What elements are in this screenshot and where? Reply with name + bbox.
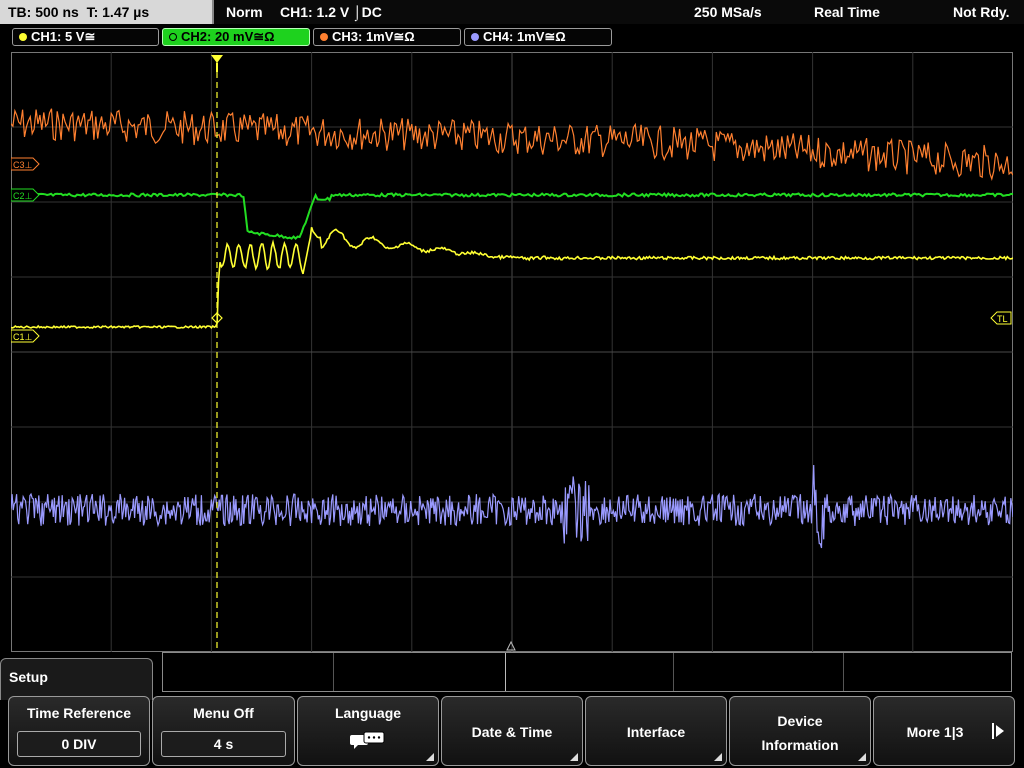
more-menu-label: More 1|3 (906, 724, 964, 740)
submenu-indicator-icon (426, 753, 434, 761)
time-reference-value[interactable]: 0 DIV (17, 731, 141, 757)
ch1-color-dot (19, 33, 27, 41)
graticule-grid (11, 52, 1013, 652)
ch3-label: CH3: 1mV≅Ω (332, 29, 415, 44)
menu-title: Setup (9, 669, 48, 685)
status-bar: Norm CH1: 1.2 V ⌡DC 250 MSa/s Real Time … (214, 0, 1024, 24)
ch2-label: CH2: 20 mV≅Ω (181, 29, 275, 44)
next-page-bar-icon (992, 723, 994, 739)
timebase-value: TB: 500 ns (8, 4, 79, 20)
speech-bubble-icon (350, 731, 385, 749)
ch2-marker-label: C2⊥ (13, 191, 33, 201)
time-reference-button[interactable]: Time Reference 0 DIV (8, 696, 150, 766)
date-time-button[interactable]: Date & Time (441, 696, 583, 766)
acquisition-state: Not Rdy. (953, 4, 1010, 20)
ch1-marker-label: C1⊥ (13, 332, 33, 342)
horizontal-center-marker-icon (506, 640, 516, 651)
menu-title-tab[interactable]: Setup (0, 658, 153, 700)
ch3-marker-label: C3⊥ (13, 160, 33, 170)
ch3-ground-marker[interactable]: C3⊥ (11, 157, 40, 171)
submenu-indicator-icon (714, 753, 722, 761)
ch2-color-ring (169, 33, 177, 41)
waveform-display[interactable]: C3⊥ C2⊥ C1⊥ TL (11, 52, 1013, 652)
ch4-color-dot (471, 33, 479, 41)
next-page-arrow-icon (996, 725, 1004, 737)
timeline-tick (505, 653, 506, 691)
menu-off-label: Menu Off (193, 705, 254, 721)
menu-off-button[interactable]: Menu Off 4 s (152, 696, 295, 766)
trigger-level-marker[interactable]: TL (990, 311, 1012, 325)
sample-rate: 250 MSa/s (694, 4, 762, 20)
trigger-level-label: TL (997, 314, 1008, 324)
timebase-display[interactable]: TB: 500 ns T: 1.47 µs (0, 0, 214, 24)
interface-button[interactable]: Interface (585, 696, 727, 766)
language-label: Language (334, 705, 402, 721)
menu-off-value[interactable]: 4 s (161, 731, 286, 757)
trigger-position-marker[interactable] (211, 55, 223, 72)
device-information-label-1: Device (777, 713, 823, 729)
submenu-indicator-icon (858, 753, 866, 761)
device-information-button[interactable]: Device Information (729, 696, 871, 766)
timeline-overview[interactable] (162, 652, 1012, 692)
tab-ch4[interactable]: CH4: 1mV≅Ω (464, 28, 612, 46)
timeline-tick (843, 653, 844, 691)
tab-ch1[interactable]: CH1: 5 V≅ (12, 28, 159, 46)
acquisition-mode[interactable]: Norm (226, 0, 263, 24)
more-menu-button[interactable]: More 1|3 (873, 696, 1015, 766)
date-time-label: Date & Time (471, 724, 553, 740)
acquisition-type: Real Time (814, 4, 880, 20)
tab-ch3[interactable]: CH3: 1mV≅Ω (313, 28, 461, 46)
time-reference-label: Time Reference (26, 705, 131, 721)
submenu-indicator-icon (570, 753, 578, 761)
tab-ch2[interactable]: CH2: 20 mV≅Ω (162, 28, 310, 46)
ch3-color-dot (320, 33, 328, 41)
language-button[interactable]: Language (297, 696, 439, 766)
timeline-tick (673, 653, 674, 691)
timeline-tick (333, 653, 334, 691)
ch1-label: CH1: 5 V≅ (31, 29, 96, 44)
device-information-label-2: Information (761, 737, 839, 753)
ch2-ground-marker[interactable]: C2⊥ (11, 188, 40, 202)
trigger-settings[interactable]: CH1: 1.2 V ⌡DC (280, 0, 382, 24)
trigger-time-value: T: 1.47 µs (86, 4, 150, 20)
interface-label: Interface (626, 724, 686, 740)
ch4-label: CH4: 1mV≅Ω (483, 29, 566, 44)
ch1-ground-marker[interactable]: C1⊥ (11, 329, 40, 343)
